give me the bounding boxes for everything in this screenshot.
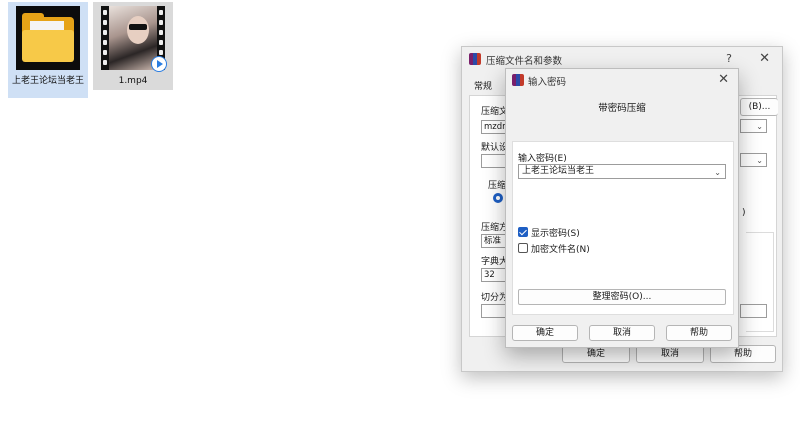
split-volume-field[interactable] [481,304,507,318]
browse-button[interactable]: (B)... [740,98,778,116]
dictionary-size-field[interactable]: 32 [481,268,507,282]
encrypt-filenames-label[interactable]: 加密文件名(N) [531,242,590,255]
chevron-down-icon[interactable]: ⌄ [714,166,721,179]
format-radio[interactable] [493,193,503,203]
split-volume-label: 切分为 [481,293,509,303]
archive-name-dropdown-edge[interactable]: ⌄ [740,119,767,133]
video-label: 1.mp4 [118,76,148,86]
chevron-down-icon: ⌄ [756,122,763,131]
password-dialog-title: 输入密码 [528,77,567,88]
winrar-app-icon [469,53,481,65]
chevron-down-icon: ⌄ [756,156,763,165]
password-close-icon[interactable]: ✕ [718,72,729,87]
profile-dropdown-edge[interactable]: ⌄ [740,153,767,167]
paren-fragment: ) [742,208,746,218]
archive-format-label: 压缩 [488,181,507,191]
folder-icon [16,6,80,70]
archive-name-label: 压缩文 [481,107,509,117]
options-group-edge [746,232,774,332]
show-password-checkbox[interactable] [518,227,528,237]
media-player-badge-icon [151,56,167,72]
organize-passwords-button[interactable]: 整理密码(O)... [518,289,726,305]
profile-field[interactable] [481,154,507,168]
password-label: 输入密码(E) [518,154,567,164]
password-cancel-button[interactable]: 取消 [589,325,655,341]
password-input[interactable]: 上老王论坛当老王 ⌄ [518,164,726,179]
password-value: 上老王论坛当老王 [522,166,595,176]
password-ok-button[interactable]: 确定 [512,325,578,341]
encrypt-filenames-checkbox[interactable] [518,243,528,253]
desktop-video-file[interactable]: 1.mp4 [93,2,173,90]
password-heading: 带密码压缩 [598,103,646,114]
winrar-app-icon [512,74,524,86]
main-close-icon[interactable]: ✕ [759,51,770,66]
video-thumbnail-icon [101,6,167,72]
desktop-folder-icon[interactable]: 上老王论坛当老王 [8,2,88,98]
show-password-label[interactable]: 显示密码(S) [531,226,580,239]
enter-password-dialog: 输入密码 ✕ 带密码压缩 输入密码(E) 上老王论坛当老王 ⌄ 显示密码(S) … [505,68,739,348]
compression-method-field[interactable]: 标准 [481,234,507,248]
tab-general[interactable]: 常规 [474,79,492,92]
folder-label: 上老王论坛当老王 [11,76,84,86]
compression-method-label: 压缩方 [481,223,509,233]
default-profile-label: 默认设 [481,143,509,153]
main-dialog-title: 压缩文件名和参数 [486,56,563,67]
password-titlebar[interactable]: 输入密码 ✕ [506,69,738,93]
dictionary-size-label: 字典大 [481,257,509,267]
help-icon[interactable]: ? [726,52,732,65]
password-help-button[interactable]: 帮助 [666,325,732,341]
